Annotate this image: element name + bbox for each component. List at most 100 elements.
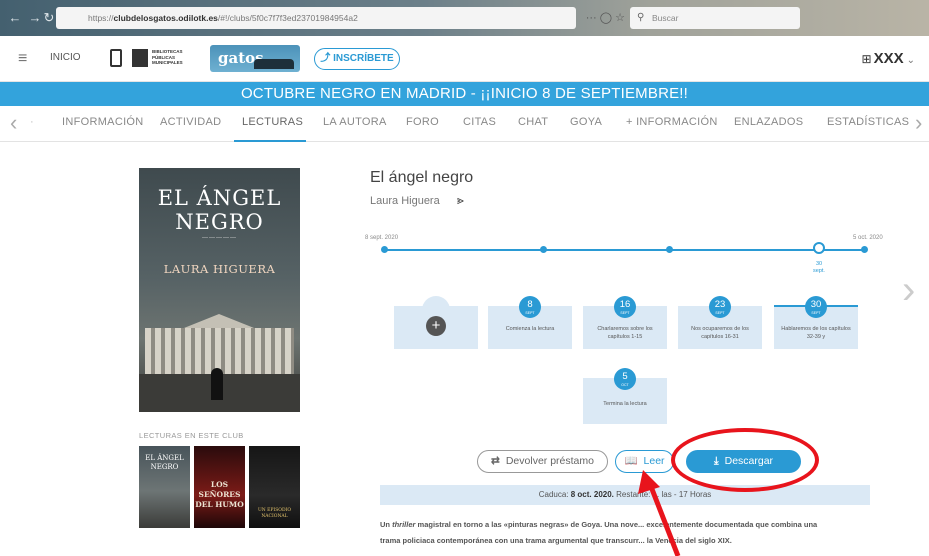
date-badge-month: OCT	[621, 383, 629, 387]
tab-enlazados[interactable]: ENLAZADOS	[734, 116, 803, 128]
page-actions[interactable]: ··· ◯ ☆	[575, 7, 625, 29]
date-badge-month: SEPT	[620, 311, 630, 315]
timeline-current-day: 30	[815, 261, 823, 267]
tab-la-autora[interactable]: LA AUTORA	[323, 116, 387, 128]
active-tab-indicator	[234, 140, 306, 142]
timeline-line	[384, 249, 865, 251]
tab-lecturas[interactable]: LECTURAS	[242, 116, 303, 128]
back-icon[interactable]: ←	[6, 9, 24, 27]
inscribete-button[interactable]: ⤴ INSCRÍBETE	[314, 48, 400, 70]
inicio-link[interactable]: INICIO	[50, 52, 81, 63]
pocket-icon[interactable]: ◯	[600, 12, 612, 24]
tab-foro[interactable]: FORO	[406, 116, 439, 128]
book-cover[interactable]: EL ÁNGEL NEGRO ————— LAURA HIGUERA	[139, 168, 300, 412]
swap-arrows-icon: ⇄	[491, 455, 500, 467]
add-event-button[interactable]: +	[426, 316, 446, 336]
club-reading-thumb-3[interactable]: UN EPISODIO NACIONAL	[249, 446, 300, 528]
read-label: Leer	[643, 455, 665, 467]
hamburger-menu-icon[interactable]: ≡	[18, 50, 27, 68]
club-reading-thumb-1[interactable]: EL ÁNGEL NEGRO	[139, 446, 190, 528]
date-badge-day: 8	[527, 299, 533, 310]
bibliotecas-logo-text: BIBLIOTECAS PÚBLICAS MUNICIPALES	[152, 49, 183, 65]
book-author-link[interactable]: Laura Higuera	[370, 195, 440, 207]
expiry-date: 8 oct. 2020.	[570, 490, 614, 499]
cover-title-line2: NEGRO	[175, 210, 264, 234]
thumb-1-title: EL ÁNGEL NEGRO	[145, 454, 184, 471]
synopsis-line1-em: thriller	[392, 520, 416, 529]
bookmark-star-icon[interactable]: ☆	[615, 12, 625, 24]
synopsis-line1-b: magistral en torno a las «pinturas negra…	[417, 520, 818, 529]
date-badge: 23 SEPT	[709, 296, 731, 318]
return-loan-button[interactable]: ⇄ Devolver préstamo	[477, 450, 608, 473]
user-menu[interactable]: ⊞ XXX ⌄	[862, 50, 915, 67]
timeline-current-label: 30 sept.	[808, 261, 830, 275]
schedule-card-text: Comienza la lectura	[505, 326, 555, 332]
timeline-current-marker[interactable]	[813, 242, 825, 254]
timeline-dot[interactable]	[540, 246, 547, 253]
schedule-card-text: Hablaremos de los capítulos 32-39 y	[781, 326, 851, 340]
date-badge-month: SEPT	[811, 311, 821, 315]
open-book-icon: 📖	[624, 455, 638, 467]
synopsis-line1-a: Un	[380, 520, 390, 529]
date-badge-day: 30	[810, 299, 822, 310]
date-badge: 16 SEPT	[614, 296, 636, 318]
schedule-card-text: Charlaremos sobre los capítulos 1-15	[597, 326, 653, 340]
cover-museum-facade	[145, 328, 294, 374]
url-prefix: https://	[88, 13, 114, 23]
timeline-dot[interactable]	[861, 246, 868, 253]
timeline-start-date: 8 sept. 2020	[365, 235, 399, 241]
timeline-current-month: sept.	[813, 268, 825, 274]
date-badge-day: 16	[619, 299, 631, 310]
date-badge: 5 OCT	[614, 368, 636, 390]
tab-actividad[interactable]: ACTIVIDAD	[160, 116, 221, 128]
club-reading-thumb-2[interactable]: LOS SEÑORES DEL HUMO	[194, 446, 245, 528]
date-badge-day: 5	[622, 371, 628, 382]
browser-toolbar: ← → ↻ https://clubdelosgatos.odilotk.es/…	[0, 0, 929, 36]
page-actions-menu-icon[interactable]: ···	[586, 12, 597, 24]
url-path: /#!/clubs/5f0c7f7f3ed23701984954a2	[217, 13, 358, 23]
date-badge-month: SEPT	[525, 311, 535, 315]
tab-chat[interactable]: CHAT	[518, 116, 548, 128]
url-bar[interactable]: https://clubdelosgatos.odilotk.es/#!/clu…	[56, 7, 576, 29]
carousel-next-icon[interactable]: ›	[902, 268, 915, 313]
return-loan-label: Devolver préstamo	[505, 455, 594, 467]
share-icon[interactable]: ⪢	[457, 193, 464, 208]
tab-informacion[interactable]: INFORMACIÓN	[62, 116, 144, 128]
thumb-3-title: UN EPISODIO NACIONAL	[257, 508, 292, 519]
tab-estadisticas[interactable]: ESTADÍSTICAS	[827, 116, 909, 128]
bibliotecas-logo[interactable]	[132, 49, 148, 67]
cover-figure	[211, 368, 223, 400]
browser-search-input[interactable]: ⚲ Buscar	[630, 7, 800, 29]
tab-mas-informacion[interactable]: + INFORMACIÓN	[626, 116, 718, 128]
madrid-logo[interactable]	[110, 49, 122, 67]
club-readings-label: LECTURAS EN ESTE CLUB	[139, 431, 244, 440]
inscribete-label: INSCRÍBETE	[333, 53, 394, 64]
user-plus-icon: ⤴	[320, 53, 331, 64]
cover-title-line1: EL ÁNGEL	[157, 186, 282, 210]
loan-expiry-bar: Caduca: 8 oct. 2020. Restante: ... las -…	[380, 485, 870, 505]
cover-subtitle: —————	[202, 235, 237, 241]
date-badge-month: SEPT	[715, 311, 725, 315]
schedule-card-text: Nos ocuparemos de los capítulos 16-31	[691, 326, 749, 340]
timeline-dot[interactable]	[381, 246, 388, 253]
tab-partial[interactable]: ·	[30, 116, 34, 128]
tab-citas[interactable]: CITAS	[463, 116, 496, 128]
user-badge-icon: ⊞	[861, 52, 872, 66]
tab-goya[interactable]: GOYA	[570, 116, 602, 128]
site-header: ≡ INICIO BIBLIOTECAS PÚBLICAS MUNICIPALE…	[0, 36, 929, 82]
tabs-scroll-right-icon[interactable]: ›	[915, 110, 922, 136]
timeline-end-date: 5 oct. 2020	[853, 235, 883, 241]
annotation-highlight-ellipse	[671, 428, 819, 492]
announcement-banner: OCTUBRE NEGRO EN MADRID - ¡¡INICIO 8 DE …	[0, 82, 929, 106]
tabs-scroll-left-icon[interactable]: ‹	[10, 110, 17, 136]
date-badge: 30 SEPT	[805, 296, 827, 318]
date-badge-day: 23	[714, 299, 726, 310]
book-title: El ángel negro	[370, 169, 474, 186]
club-tabs: ‹ · INFORMACIÓN ACTIVIDAD LECTURAS LA AU…	[0, 106, 929, 142]
thumb-2-title: LOS SEÑORES DEL HUMO	[195, 480, 244, 509]
timeline-dot[interactable]	[666, 246, 673, 253]
chevron-down-icon: ⌄	[906, 55, 915, 66]
date-badge: 8 SEPT	[519, 296, 541, 318]
search-placeholder: Buscar	[652, 13, 679, 23]
club-de-los-gatos-logo[interactable]: gatos	[210, 45, 300, 72]
